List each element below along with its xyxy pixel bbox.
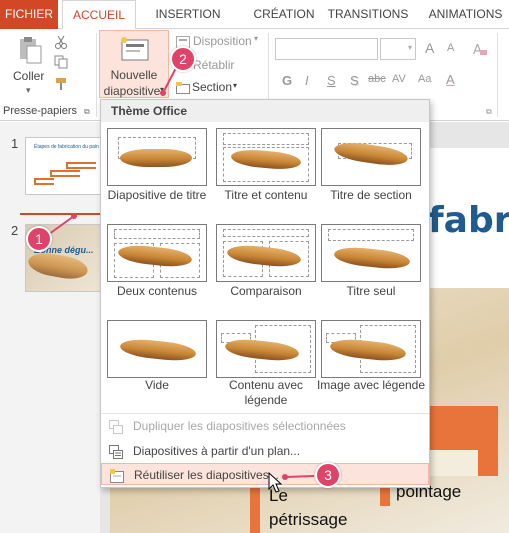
callout-connectors	[44, 63, 315, 480]
callout-badge-1: 1	[26, 226, 52, 252]
callout-badge-2: 2	[170, 46, 196, 72]
callout-badge-3: 3	[315, 462, 341, 488]
